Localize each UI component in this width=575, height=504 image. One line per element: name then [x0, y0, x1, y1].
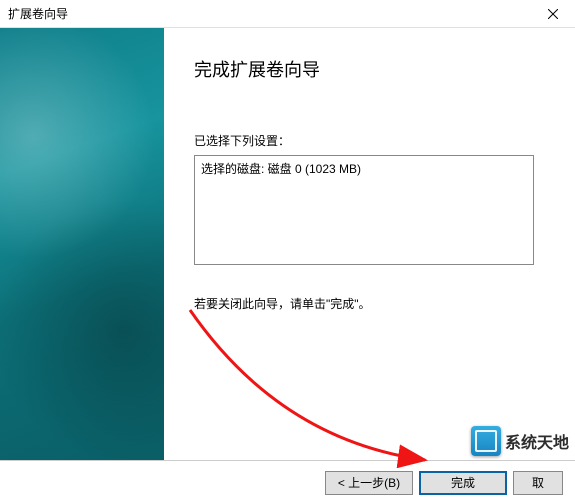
page-title: 完成扩展卷向导 [194, 56, 547, 82]
finish-button[interactable]: 完成 [419, 471, 507, 495]
close-button[interactable] [531, 0, 575, 28]
window-title: 扩展卷向导 [8, 5, 68, 22]
watermark: 系统天地 [471, 426, 569, 456]
watermark-logo-icon [471, 426, 501, 456]
wizard-body: 完成扩展卷向导 已选择下列设置： 选择的磁盘: 磁盘 0 (1023 MB) 若… [0, 28, 575, 460]
instruction-text: 若要关闭此向导，请单击"完成"。 [194, 295, 547, 312]
settings-summary-line: 选择的磁盘: 磁盘 0 (1023 MB) [201, 160, 527, 178]
back-button[interactable]: < 上一步(B) [325, 471, 413, 495]
wizard-content: 完成扩展卷向导 已选择下列设置： 选择的磁盘: 磁盘 0 (1023 MB) 若… [164, 28, 575, 460]
cancel-button[interactable]: 取 [513, 471, 563, 495]
titlebar: 扩展卷向导 [0, 0, 575, 28]
watermark-text: 系统天地 [505, 429, 569, 453]
wizard-banner [0, 28, 164, 460]
settings-label: 已选择下列设置： [194, 132, 547, 149]
settings-summary-box: 选择的磁盘: 磁盘 0 (1023 MB) [194, 155, 534, 265]
wizard-footer: < 上一步(B) 完成 取 [0, 460, 575, 504]
close-icon [548, 9, 558, 19]
